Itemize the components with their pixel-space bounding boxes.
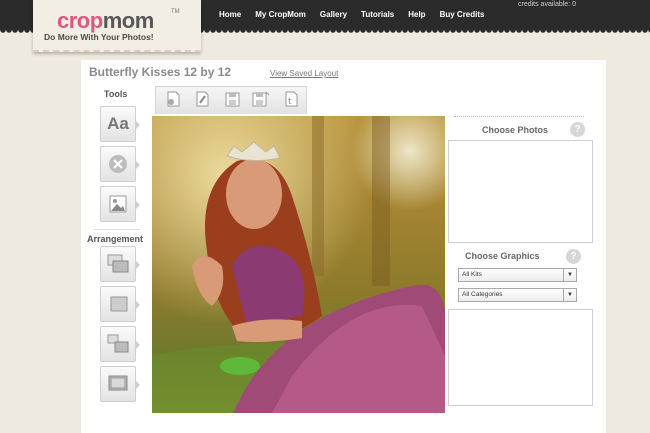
add-text-button[interactable]: Aa xyxy=(100,106,140,142)
categories-select-value: All Categories xyxy=(462,291,503,298)
bring-to-front-button[interactable] xyxy=(100,246,140,282)
graphics-panel[interactable] xyxy=(448,309,593,406)
edit-page-icon xyxy=(196,91,209,107)
text-icon: Aa xyxy=(107,114,129,133)
bring-to-front-icon xyxy=(107,254,129,273)
logo-crop-text: crop xyxy=(57,8,103,33)
divider xyxy=(94,229,140,230)
nav-buy-credits[interactable]: Buy Credits xyxy=(440,10,485,19)
logo-tagline: Do More With Your Photos! xyxy=(44,32,154,42)
svg-text:t: t xyxy=(288,97,292,107)
new-page-button[interactable] xyxy=(162,88,184,110)
main-nav: Home My CropMom Gallery Tutorials Help B… xyxy=(219,10,498,19)
nav-tutorials[interactable]: Tutorials xyxy=(361,10,394,19)
save-icon xyxy=(225,92,240,107)
nav-gallery[interactable]: Gallery xyxy=(320,10,347,19)
layout-canvas-photo[interactable] xyxy=(152,116,445,413)
save-as-icon xyxy=(252,91,270,107)
photos-help-icon[interactable]: ? xyxy=(570,122,585,137)
bring-forward-button[interactable] xyxy=(100,326,140,362)
delete-button[interactable] xyxy=(100,146,140,182)
new-page-icon xyxy=(167,91,180,107)
send-to-back-button[interactable] xyxy=(100,286,140,322)
choose-photos-heading: Choose Photos xyxy=(482,125,549,135)
cropmom-logo[interactable]: cropmom TM Do More With Your Photos! xyxy=(33,0,201,52)
kits-select[interactable]: All Kits ▼ xyxy=(458,268,577,282)
delete-icon xyxy=(109,155,127,173)
send-backward-button[interactable] xyxy=(100,366,140,402)
tools-heading: Tools xyxy=(104,89,128,99)
send-to-back-icon xyxy=(110,296,128,312)
categories-select[interactable]: All Categories ▼ xyxy=(458,288,577,302)
view-saved-layout-link[interactable]: View Saved Layout xyxy=(270,69,338,78)
nav-my-cropmom[interactable]: My CropMom xyxy=(255,10,306,19)
kits-select-value: All Kits xyxy=(462,271,482,278)
chevron-down-icon: ▼ xyxy=(563,289,576,301)
save-as-button[interactable] xyxy=(250,88,272,110)
nav-home[interactable]: Home xyxy=(219,10,241,19)
save-button[interactable] xyxy=(221,88,243,110)
photos-panel[interactable] xyxy=(448,140,593,243)
choose-graphics-heading: Choose Graphics xyxy=(465,251,540,261)
bring-forward-icon xyxy=(107,334,129,353)
image-icon xyxy=(109,195,127,213)
template-button[interactable]: t xyxy=(280,88,302,110)
logo-trademark: TM xyxy=(171,9,180,15)
butterfly-kisses-photo xyxy=(152,116,445,413)
add-image-button[interactable] xyxy=(100,186,140,222)
graphics-help-icon[interactable]: ? xyxy=(566,249,581,264)
nav-help[interactable]: Help xyxy=(408,10,425,19)
divider xyxy=(454,116,584,117)
logo-wordmark: cropmom xyxy=(57,8,154,34)
arrangement-heading: Arrangement xyxy=(87,234,144,244)
project-title: Butterfly Kisses 12 by 12 xyxy=(89,65,232,79)
credits-available: credits available: 0 xyxy=(518,1,576,8)
chevron-down-icon: ▼ xyxy=(563,269,576,281)
send-backward-icon xyxy=(108,375,128,391)
logo-mom-text: mom xyxy=(102,8,155,33)
template-icon: t xyxy=(285,91,298,107)
edit-page-button[interactable] xyxy=(191,88,213,110)
